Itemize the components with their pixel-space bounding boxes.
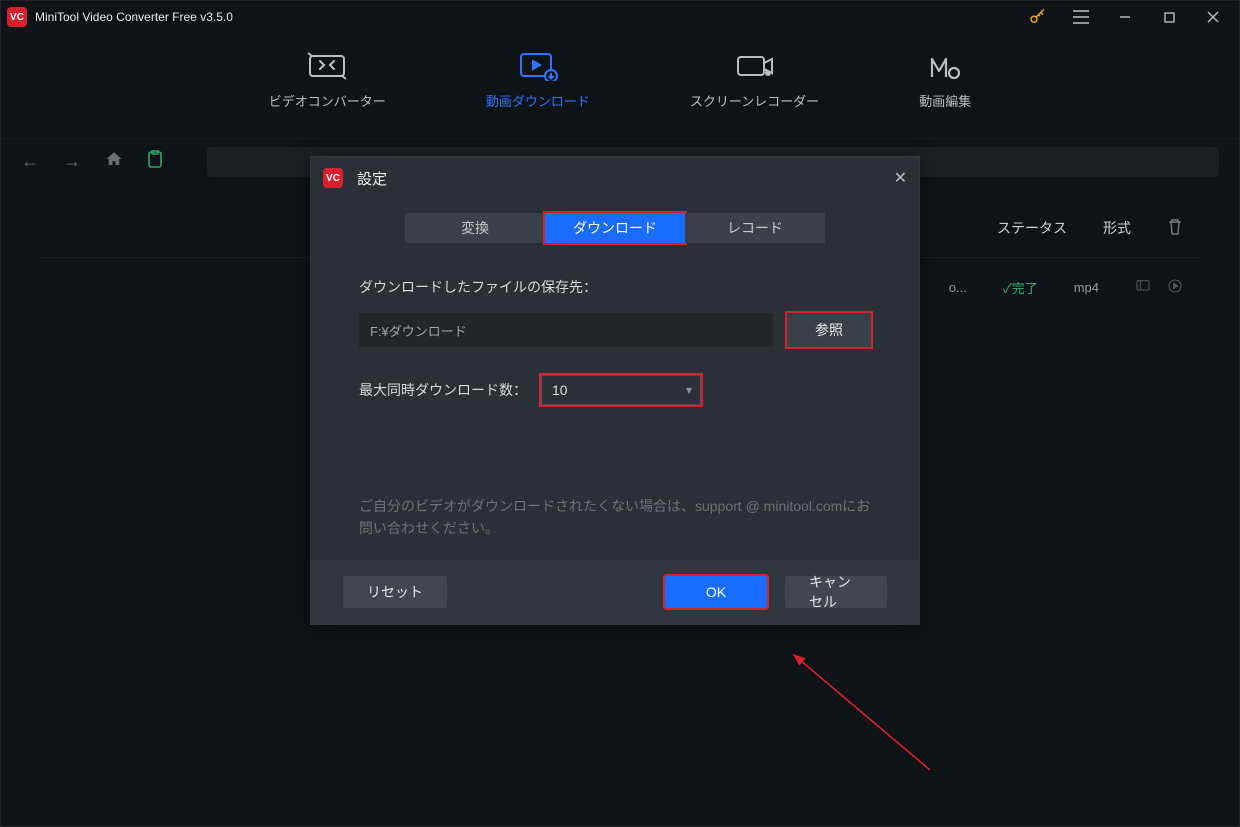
modal-close-icon[interactable]: ✕: [894, 168, 907, 188]
modal-app-icon: VC: [323, 168, 343, 188]
modal-title: 設定: [357, 168, 387, 189]
ok-button[interactable]: OK: [665, 576, 767, 608]
save-location-label: ダウンロードしたファイルの保存先：: [359, 277, 871, 297]
annotation-arrow: [790, 650, 950, 790]
modal-header: VC 設定 ✕: [311, 157, 919, 199]
settings-tabs: 変換 ダウンロード レコード: [311, 213, 919, 243]
reset-button[interactable]: リセット: [343, 576, 447, 608]
settings-tab-download[interactable]: ダウンロード: [545, 213, 685, 243]
modal-footer: リセット OK キャンセル: [311, 560, 919, 624]
support-note: ご自分のビデオがダウンロードされたくない場合は、support @ minito…: [359, 495, 871, 540]
settings-tab-convert[interactable]: 変換: [405, 213, 545, 243]
max-concurrent-label: 最大同時ダウンロード数：: [359, 380, 527, 400]
settings-modal: VC 設定 ✕ 変換 ダウンロード レコード ダウンロードしたファイルの保存先：…: [310, 156, 920, 625]
modal-overlay: VC 設定 ✕ 変換 ダウンロード レコード ダウンロードしたファイルの保存先：…: [0, 0, 1240, 827]
settings-tab-record[interactable]: レコード: [685, 213, 825, 243]
browse-button[interactable]: 参照: [787, 313, 871, 347]
save-location-input[interactable]: F:¥ダウンロード: [359, 313, 773, 347]
cancel-button[interactable]: キャンセル: [785, 576, 887, 608]
max-concurrent-select[interactable]: 10: [541, 375, 701, 405]
